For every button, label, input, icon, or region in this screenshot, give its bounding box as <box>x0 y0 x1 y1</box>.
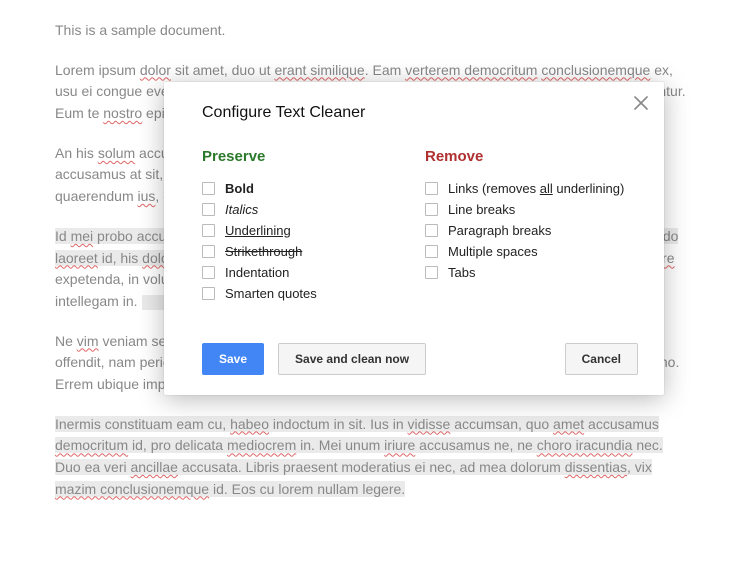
preserve-italics-option[interactable]: Italics <box>202 202 415 217</box>
dialog-title: Configure Text Cleaner <box>202 104 638 122</box>
preserve-header: Preserve <box>202 148 415 165</box>
preserve-indentation-option[interactable]: Indentation <box>202 265 415 280</box>
preserve-underlining-option[interactable]: Underlining <box>202 223 415 238</box>
close-icon <box>634 96 648 110</box>
dialog-button-row: Save Save and clean now Cancel <box>202 343 638 375</box>
doc-intro: This is a sample document. <box>55 20 686 42</box>
checkbox[interactable] <box>202 203 215 216</box>
option-label: Strikethrough <box>225 244 302 259</box>
checkbox[interactable] <box>425 203 438 216</box>
checkbox[interactable] <box>425 266 438 279</box>
options-columns: Preserve Bold Italics Underlining Strike… <box>202 148 638 307</box>
option-label: Italics <box>225 202 258 217</box>
checkbox[interactable] <box>425 182 438 195</box>
remove-header: Remove <box>425 148 638 165</box>
close-button[interactable] <box>630 92 652 114</box>
option-label: Multiple spaces <box>448 244 538 259</box>
checkbox[interactable] <box>202 182 215 195</box>
remove-line-breaks-option[interactable]: Line breaks <box>425 202 638 217</box>
checkbox[interactable] <box>202 287 215 300</box>
remove-column: Remove Links (removes all underlining) L… <box>425 148 638 307</box>
save-button[interactable]: Save <box>202 343 264 375</box>
remove-multiple-spaces-option[interactable]: Multiple spaces <box>425 244 638 259</box>
preserve-strikethrough-option[interactable]: Strikethrough <box>202 244 415 259</box>
checkbox[interactable] <box>425 245 438 258</box>
preserve-bold-option[interactable]: Bold <box>202 181 415 196</box>
option-label: Smarten quotes <box>225 286 317 301</box>
save-and-clean-button[interactable]: Save and clean now <box>278 343 426 375</box>
option-label: Line breaks <box>448 202 515 217</box>
preserve-smarten-quotes-option[interactable]: Smarten quotes <box>202 286 415 301</box>
option-label: Paragraph breaks <box>448 223 551 238</box>
option-label: Links (removes all underlining) <box>448 181 624 196</box>
checkbox[interactable] <box>202 245 215 258</box>
option-label: Indentation <box>225 265 289 280</box>
checkbox[interactable] <box>202 266 215 279</box>
document-page: This is a sample document. Lorem ipsum d… <box>0 0 741 572</box>
option-label: Bold <box>225 181 254 196</box>
doc-para-5: Inermis constituam eam cu, habeo indoctu… <box>55 414 686 501</box>
preserve-column: Preserve Bold Italics Underlining Strike… <box>202 148 415 307</box>
configure-text-cleaner-dialog: Configure Text Cleaner Preserve Bold Ita… <box>164 82 664 395</box>
cancel-button[interactable]: Cancel <box>565 343 638 375</box>
remove-paragraph-breaks-option[interactable]: Paragraph breaks <box>425 223 638 238</box>
option-label: Underlining <box>225 223 291 238</box>
remove-tabs-option[interactable]: Tabs <box>425 265 638 280</box>
checkbox[interactable] <box>425 224 438 237</box>
checkbox[interactable] <box>202 224 215 237</box>
remove-links-option[interactable]: Links (removes all underlining) <box>425 181 638 196</box>
option-label: Tabs <box>448 265 475 280</box>
